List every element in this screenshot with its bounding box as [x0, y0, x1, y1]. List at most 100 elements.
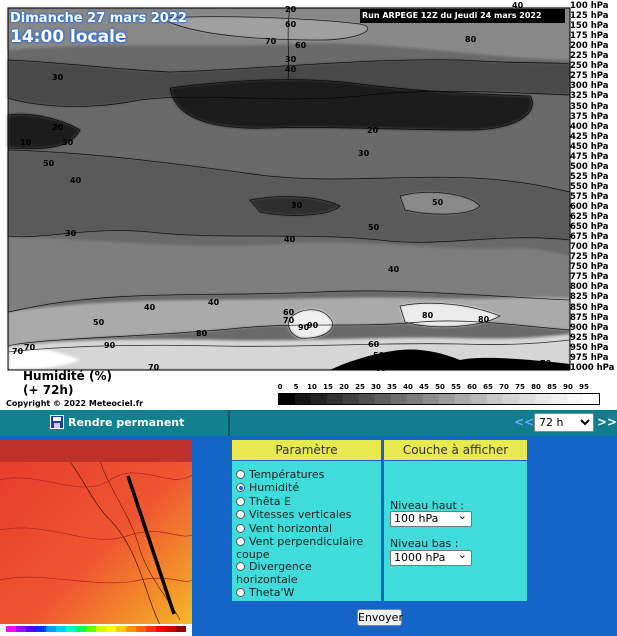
contour-label: 30	[52, 73, 64, 82]
radio-button[interactable]	[236, 537, 245, 546]
pressure-level-label: 475 hPa	[570, 151, 609, 162]
contour-label: 70	[148, 363, 160, 372]
contour-label: 60	[368, 340, 380, 349]
radio-button[interactable]	[236, 588, 245, 597]
map-image	[0, 440, 192, 636]
previous-hour-button[interactable]: <<	[514, 415, 534, 429]
contour-label: 50	[432, 198, 444, 207]
pressure-level-label: 175 hPa	[570, 31, 609, 42]
param-option[interactable]: Humidité	[236, 481, 376, 494]
map-scale-swatch	[86, 626, 96, 632]
pressure-level-label: 200 hPa	[570, 41, 609, 52]
scale-swatch	[375, 394, 391, 404]
parameter-label: Humidité (%) (+ 72h)	[23, 369, 112, 397]
param-option-label: Vent perpendiculaire coupe	[236, 535, 364, 561]
contour-label: 90	[298, 323, 310, 332]
scale-swatch	[583, 394, 599, 404]
pressure-axis: 100 hPa 125 hPa 150 hPa 175 hPa 200 hPa 225 h…	[570, 0, 617, 373]
param-option-label: Thêta E	[249, 495, 291, 508]
layer-header: Couche à afficher	[384, 440, 527, 460]
pressure-level-label: 575 hPa	[570, 191, 609, 202]
make-permanent-button[interactable]: Rendre permanent	[50, 415, 184, 429]
forecast-date: Dimanche 27 mars 2022	[10, 11, 187, 26]
map-scale-swatch	[116, 626, 126, 632]
param-option[interactable]: Thêta E	[236, 495, 376, 508]
cross-section-plot: 30 20 60 70 80 60 40 30 10 20 30 20 30 50 40 30 50 30 40 50…	[0, 0, 617, 410]
pressure-level-label: 150 hPa	[570, 21, 609, 32]
contour-label: 30	[285, 55, 297, 64]
humidity-field: 30206070 806040301020302030504030 50304050…	[7, 1, 571, 373]
color-scale-ticks: 0 5 10 15 20 25 30 35 40 45 50 55 60 65 70 75 80 85 90 95	[278, 383, 600, 393]
forecast-local-time: 14:00 locale	[10, 27, 127, 47]
param-option[interactable]: Theta'W	[236, 586, 376, 599]
radio-button[interactable]	[236, 470, 245, 479]
pressure-level-label: 1000 hPa	[570, 362, 615, 373]
contour-label: 40	[144, 303, 156, 312]
contour-label: 90	[104, 341, 116, 350]
radio-button[interactable]	[236, 483, 245, 492]
toolbar-left: Rendre permanent	[0, 410, 230, 436]
pressure-level-label: 975 hPa	[570, 352, 609, 363]
pressure-level-label: 350 hPa	[570, 101, 609, 112]
radio-button[interactable]	[236, 510, 245, 519]
next-hour-button[interactable]: >>	[597, 415, 617, 429]
param-option-label: Divergence horizontale	[236, 560, 312, 586]
radio-button[interactable]	[236, 562, 245, 571]
map-scale-swatch	[146, 626, 156, 632]
param-option[interactable]: Températures	[236, 468, 376, 481]
pressure-level-label: 675 hPa	[570, 232, 609, 243]
map-scale-swatch	[176, 626, 186, 632]
scale-swatch	[279, 394, 295, 404]
scale-swatch	[295, 394, 311, 404]
scale-swatch	[455, 394, 471, 404]
contour-label: 70	[24, 343, 36, 352]
radio-button[interactable]	[236, 497, 245, 506]
toolbar: Rendre permanent << 72 h >>	[0, 410, 617, 436]
pressure-level-label: 325 hPa	[570, 91, 609, 102]
pressure-level-label: 275 hPa	[570, 71, 609, 82]
param-option[interactable]: Divergence horizontale	[236, 560, 376, 586]
param-option[interactable]: Vent perpendiculaire coupe	[236, 535, 376, 561]
scale-swatch	[311, 394, 327, 404]
top-level-select[interactable]: 100 hPa	[390, 509, 472, 527]
pressure-level-label: 650 hPa	[570, 222, 609, 233]
contour-label: 40	[70, 176, 82, 185]
map-scale-swatch	[36, 626, 46, 632]
scale-swatch	[551, 394, 567, 404]
map-scale-swatch	[46, 626, 56, 632]
pressure-level-label: 300 hPa	[570, 81, 609, 92]
contour-label: 30	[358, 149, 370, 158]
param-option[interactable]: Vent horizontal	[236, 522, 376, 535]
pressure-level-label: 425 hPa	[570, 131, 609, 142]
pressure-level-label: 825 hPa	[570, 292, 609, 303]
scale-swatch	[471, 394, 487, 404]
radio-button[interactable]	[236, 524, 245, 533]
bottom-level-select[interactable]: 1000 hPa	[390, 548, 472, 566]
param-option-label: Vent horizontal	[249, 522, 333, 535]
map-scale-swatch	[156, 626, 166, 632]
pressure-level-label: 100 hPa	[570, 1, 609, 11]
contour-label: 30	[291, 201, 303, 210]
contour-label: 70	[540, 359, 552, 368]
submit-button[interactable]: Envoyer	[357, 609, 403, 626]
parameter-name: Humidité (%)	[23, 369, 112, 383]
color-scale-bar	[278, 393, 600, 405]
map-scale-swatch	[16, 626, 26, 632]
pressure-level-label: 725 hPa	[570, 252, 609, 263]
contour-label: 70	[12, 347, 24, 356]
scale-swatch	[439, 394, 455, 404]
contour-label: 70	[283, 316, 295, 325]
scale-swatch	[487, 394, 503, 404]
forecast-hour-select[interactable]: 72 h	[534, 413, 594, 432]
pressure-level-label: 525 hPa	[570, 171, 609, 182]
parameter-header: Paramètre	[232, 440, 381, 460]
param-option[interactable]: Vitesses verticales	[236, 508, 376, 521]
contour-label: 60	[375, 364, 387, 373]
map-scale-swatch	[96, 626, 106, 632]
param-option-label: Theta'W	[249, 586, 295, 599]
section-location-map[interactable]	[0, 440, 192, 636]
contour-label: 30	[62, 138, 74, 147]
map-scale-swatch	[166, 626, 176, 632]
floppy-disk-icon	[50, 415, 64, 429]
scale-tick-label: 95	[579, 383, 589, 391]
